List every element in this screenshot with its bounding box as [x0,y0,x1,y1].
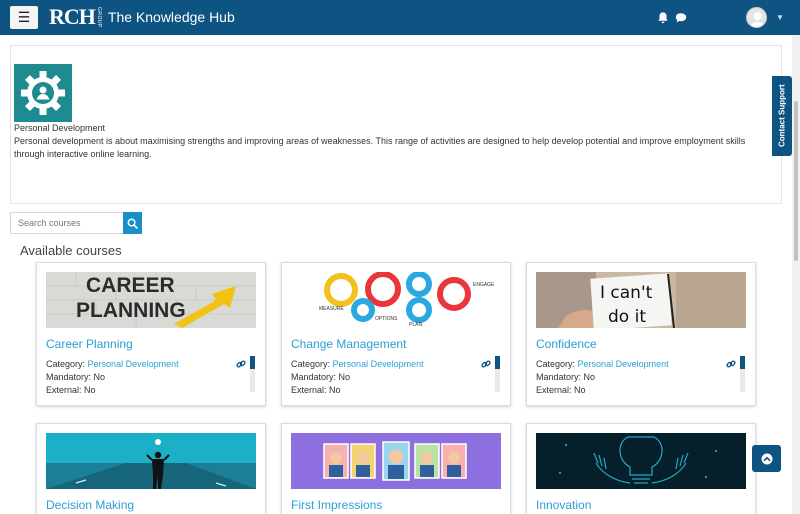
course-title[interactable]: Innovation [536,498,591,512]
category-title: Personal Development [14,123,106,133]
logo-subtext: GROUP [95,6,102,28]
gear-word-measure: MEASURE [319,306,344,312]
gear-word-engage: ENGAGE [473,282,495,288]
link-icon[interactable] [481,359,491,369]
course-card: I can't do it Confidence Category: Perso… [526,262,756,406]
course-image-career-planning[interactable]: CAREER PLANNING [46,272,256,328]
course-title[interactable]: Change Management [291,337,406,351]
course-title[interactable]: First Impressions [291,498,382,512]
course-card: MEASURE OPTIONS PLAN ENGAGE Change Manag… [281,262,511,406]
category-label: Category: [536,359,576,369]
gear-word-options: OPTIONS [375,316,398,322]
category-description-box: Personal Development Personal developmen… [10,45,782,204]
course-progress-bar [495,356,500,392]
course-title[interactable]: Confidence [536,337,597,351]
user-menu-caret-icon[interactable]: ▼ [776,13,784,22]
chat-bubble-icon[interactable] [674,11,688,25]
link-icon[interactable] [726,359,736,369]
link-icon[interactable] [236,359,246,369]
logo-mark: RCH [49,4,96,29]
course-progress-bar [250,356,255,392]
category-description: Personal development is about maximising… [14,136,746,159]
course-category-line: Category: Personal Development [291,359,424,369]
confidence-image-text-2: do it [608,307,646,327]
search-icon [127,218,138,229]
category-label: Category: [46,359,86,369]
user-avatar[interactable] [746,7,767,28]
site-name: The Knowledge Hub [107,9,235,25]
course-image-decision-making[interactable] [46,433,256,489]
course-mandatory: Mandatory: No [536,372,596,382]
vertical-scrollbar[interactable] [792,35,800,514]
course-image-first-impressions[interactable] [291,433,501,489]
course-card: Decision Making [36,423,266,514]
course-external: External: No [291,385,341,395]
progress-fill [740,356,745,369]
progress-fill [495,356,500,369]
category-label: Category: [291,359,331,369]
course-image-innovation[interactable] [536,433,746,489]
search-courses-input[interactable] [10,212,124,234]
progress-fill [250,356,255,369]
career-image-text-1: CAREER [86,274,175,297]
course-category-link[interactable]: Personal Development [578,359,669,369]
hamburger-icon: ☰ [17,9,31,25]
menu-toggle-button[interactable]: ☰ [10,6,38,29]
course-mandatory: Mandatory: No [291,372,351,382]
career-image-text-2: PLANNING [76,299,186,322]
course-external: External: No [46,385,96,395]
scrollbar-thumb[interactable] [794,101,798,261]
course-card: Innovation [526,423,756,514]
confidence-image-text-1: I can't [600,283,653,303]
bell-icon[interactable] [656,11,670,25]
section-title: Available courses [20,243,122,258]
gear-person-icon [21,71,65,115]
course-title[interactable]: Career Planning [46,337,133,351]
course-external: External: No [536,385,586,395]
site-logo[interactable]: RCH GROUP The Knowledge Hub [49,6,235,28]
course-image-confidence[interactable]: I can't do it [536,272,746,328]
course-card: CAREER PLANNING Career Planning Category… [36,262,266,406]
course-category-link[interactable]: Personal Development [88,359,179,369]
gear-word-plan: PLAN [409,322,422,328]
contact-support-tab[interactable]: Contact Support [772,76,792,156]
course-mandatory: Mandatory: No [46,372,106,382]
chevron-up-icon [761,453,772,464]
course-category-line: Category: Personal Development [536,359,669,369]
course-category-link[interactable]: Personal Development [333,359,424,369]
back-to-top-button[interactable] [752,445,781,472]
course-image-change-management[interactable]: MEASURE OPTIONS PLAN ENGAGE [291,272,501,328]
course-card: First Impressions [281,423,511,514]
course-progress-bar [740,356,745,392]
course-title[interactable]: Decision Making [46,498,134,512]
top-navbar: ☰ RCH GROUP The Knowledge Hub ▼ [0,0,800,35]
category-image [14,64,72,122]
avatar-icon [750,12,765,27]
course-category-line: Category: Personal Development [46,359,179,369]
search-button[interactable] [123,212,142,234]
